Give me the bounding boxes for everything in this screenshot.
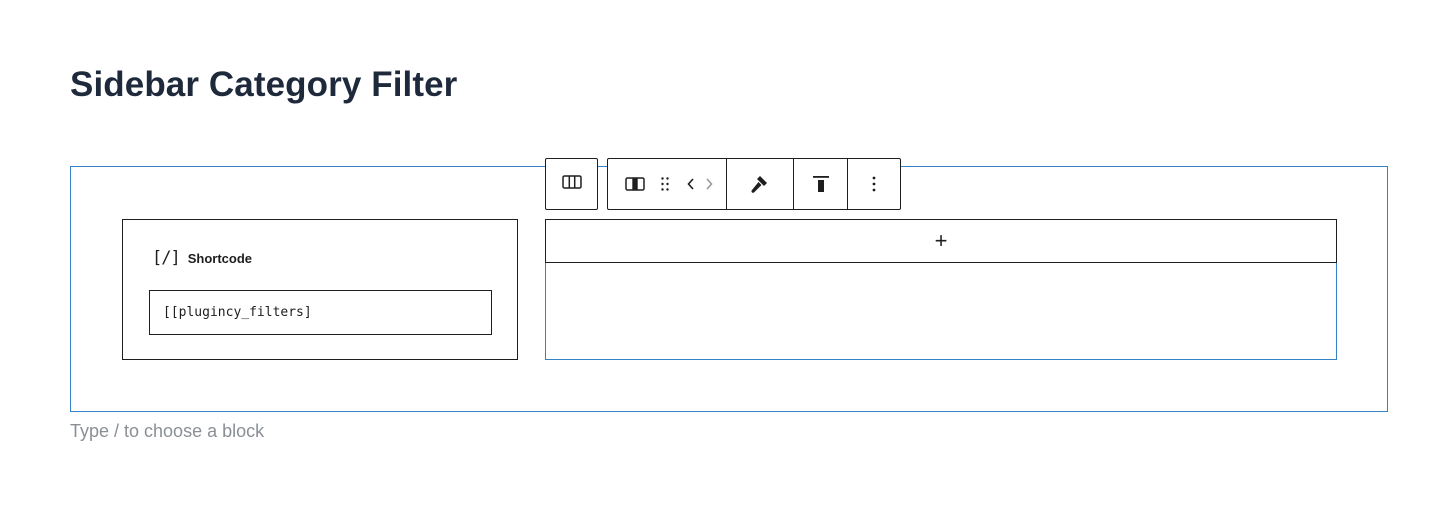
block-inserter-hint[interactable]: Type / to choose a block: [70, 420, 264, 442]
chevron-left-icon: [686, 176, 696, 192]
chevron-right-icon: [704, 176, 714, 192]
shortcode-input[interactable]: [149, 290, 492, 335]
column-empty[interactable]: +: [545, 219, 1337, 360]
vertical-align-button[interactable]: [794, 159, 847, 209]
block-toolbar: [607, 158, 901, 210]
add-block-button[interactable]: +: [545, 219, 1337, 263]
drag-handle-icon: [660, 176, 670, 192]
columns-icon: [561, 174, 582, 195]
options-button[interactable]: [848, 159, 900, 209]
styles-button[interactable]: [727, 159, 793, 209]
move-left-button[interactable]: [682, 159, 700, 209]
page-title[interactable]: Sidebar Category Filter: [70, 62, 457, 108]
column-shortcode[interactable]: [/] Shortcode: [122, 219, 518, 360]
toolbar-group-styles: [727, 159, 793, 209]
select-parent-button[interactable]: [545, 158, 598, 210]
column-icon: [625, 176, 645, 192]
toolbar-group-options: [848, 159, 900, 209]
shortcode-icon: [/]: [152, 248, 181, 268]
align-top-icon: [811, 174, 831, 194]
toolbar-group-align: [794, 159, 847, 209]
drag-handle-button[interactable]: [648, 159, 682, 209]
shortcode-label: Shortcode: [187, 250, 253, 266]
paintbrush-icon: [749, 174, 771, 194]
toolbar-group-block: [608, 159, 726, 209]
more-vertical-icon: [871, 175, 877, 193]
shortcode-header: [/] Shortcode: [152, 248, 252, 268]
block-type-button[interactable]: [622, 159, 648, 209]
move-right-button[interactable]: [700, 159, 718, 209]
